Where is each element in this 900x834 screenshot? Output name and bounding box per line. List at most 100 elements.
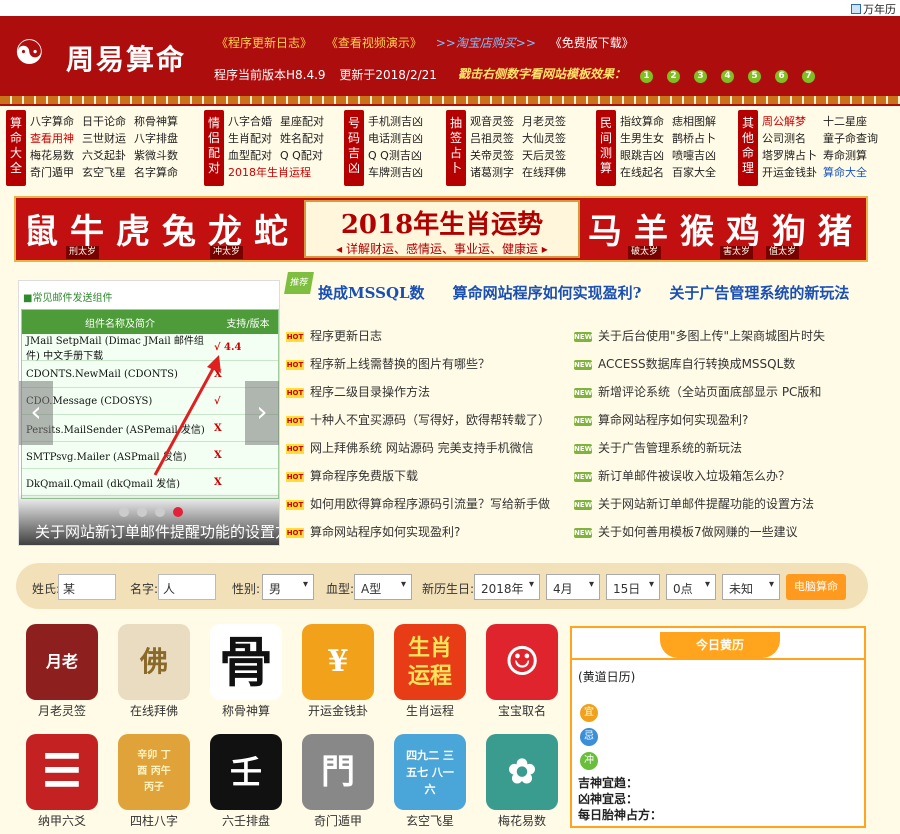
- app-meihua[interactable]: ✿ 梅花易数: [480, 734, 564, 834]
- nav-link[interactable]: 指纹算命: [620, 114, 664, 130]
- app-xuankong[interactable]: 四九二 三五七 八一六 玄空飞星: [388, 734, 472, 834]
- headline-link[interactable]: 关于广告管理系统的新玩法: [669, 284, 849, 302]
- news-title[interactable]: 如何用欧得算命程序源码引流量？写给新手做: [310, 497, 550, 511]
- nav-link[interactable]: 奇门遁甲: [30, 165, 74, 181]
- nav-link[interactable]: 百家大全: [672, 165, 716, 181]
- headline-link[interactable]: 换成MSSQL数: [318, 284, 425, 302]
- nav-link[interactable]: Q Q配对: [280, 148, 324, 164]
- nav-link[interactable]: 眼跳吉凶: [620, 148, 664, 164]
- app-jinqian[interactable]: ¥ 开运金钱卦: [296, 624, 380, 724]
- news-title[interactable]: 关于网站新订单邮件提醒功能的设置方法: [598, 497, 814, 511]
- news-item[interactable]: HOT 程序更新日志: [286, 326, 576, 354]
- nav-link[interactable]: 生男生女: [620, 131, 664, 147]
- news-title[interactable]: 程序更新日志: [310, 329, 382, 343]
- gender-select[interactable]: 男: [262, 574, 314, 600]
- nav-link[interactable]: 梅花易数: [30, 148, 74, 164]
- news-item[interactable]: HOT 网上拜佛系统 网站源码 完美支持手机微信: [286, 438, 576, 466]
- hour-select[interactable]: 0点: [666, 574, 716, 600]
- news-item[interactable]: HOT 如何用欧得算命程序源码引流量？写给新手做: [286, 494, 576, 522]
- template-1[interactable]: 1: [640, 70, 654, 83]
- news-item[interactable]: HOT 算命网站程序如何实现盈利?: [286, 522, 576, 550]
- nav-link[interactable]: 紫微斗数: [134, 148, 178, 164]
- name-input[interactable]: 人: [158, 574, 216, 600]
- nav-link[interactable]: 在线拜佛: [522, 165, 566, 181]
- news-title[interactable]: ACCESS数据库自行转换成MSSQL数: [598, 357, 795, 371]
- headline-link[interactable]: 算命网站程序如何实现盈利?: [453, 284, 642, 302]
- news-item[interactable]: NEW 关于网站新订单邮件提醒功能的设置方法: [574, 494, 864, 522]
- nav-link[interactable]: 2018年生肖运程: [228, 165, 324, 181]
- nav-link[interactable]: 喷嚏吉凶: [672, 148, 716, 164]
- app-yuelao[interactable]: 月老 月老灵签: [20, 624, 104, 724]
- news-item[interactable]: HOT 程序二级目录操作方法: [286, 382, 576, 410]
- nav-link[interactable]: 天后灵签: [522, 148, 566, 164]
- news-title[interactable]: 算命网站程序如何实现盈利?: [598, 413, 748, 427]
- link-taobao[interactable]: >>淘宝店购买>>: [436, 36, 536, 50]
- slider-prev-button[interactable]: ‹: [19, 381, 53, 445]
- news-item[interactable]: NEW 关于后台使用"多图上传"上架商城图片时失: [574, 326, 864, 354]
- year-select[interactable]: 2018年: [474, 574, 540, 600]
- slider-dot-active[interactable]: [173, 507, 183, 517]
- app-najia[interactable]: ☰ 纳甲六爻: [20, 734, 104, 834]
- app-baifo[interactable]: 佛在线拜佛: [112, 624, 196, 724]
- nav-link[interactable]: 玄空飞星: [82, 165, 126, 181]
- news-title[interactable]: 算命程序免费版下载: [310, 469, 418, 483]
- nav-link[interactable]: 关帝灵签: [470, 148, 514, 164]
- nav-link[interactable]: 三世财运: [82, 131, 126, 147]
- template-5[interactable]: 5: [748, 70, 762, 83]
- zodiac-banner[interactable]: 鼠 牛 虎 兔 龙 蛇 刑太岁 冲太岁 2018年生肖运势 ◂ 详解财运、感情运…: [14, 196, 868, 262]
- template-6[interactable]: 6: [775, 70, 789, 83]
- nav-link[interactable]: 月老灵签: [522, 114, 566, 130]
- surname-input[interactable]: 某: [58, 574, 116, 600]
- nav-link[interactable]: 手机测吉凶: [368, 114, 423, 130]
- news-item[interactable]: NEW 关于如何善用模板7做网赚的一些建议: [574, 522, 864, 550]
- app-sizhu[interactable]: 辛卯 丁酉 丙午 丙子 四柱八字: [112, 734, 196, 834]
- nav-link[interactable]: 塔罗牌占卜: [762, 148, 817, 164]
- news-item[interactable]: NEW 新增评论系统（全站页面底部显示 PC版和: [574, 382, 864, 410]
- news-title[interactable]: 算命网站程序如何实现盈利?: [310, 525, 460, 539]
- minute-select[interactable]: 未知: [722, 574, 780, 600]
- app-shengxiao[interactable]: 生肖运程 生肖运程: [388, 624, 472, 724]
- nav-link[interactable]: 八字算命: [30, 114, 74, 130]
- slider-dot[interactable]: [119, 507, 129, 517]
- day-select[interactable]: 15日: [606, 574, 660, 600]
- app-chenggu[interactable]: 骨称骨神算: [204, 624, 288, 724]
- nav-link[interactable]: 八字排盘: [134, 131, 178, 147]
- yin-yang-logo-icon[interactable]: ☯: [14, 32, 46, 74]
- site-logo-text[interactable]: 周易算命: [66, 38, 186, 78]
- nav-link[interactable]: Q Q测吉凶: [368, 148, 423, 164]
- zodiac-snake[interactable]: 蛇: [254, 204, 288, 253]
- news-item[interactable]: NEW ACCESS数据库自行转换成MSSQL数: [574, 354, 864, 382]
- slider-dot[interactable]: [155, 507, 165, 517]
- nav-link[interactable]: 开运金钱卦: [762, 165, 817, 181]
- news-title[interactable]: 新增评论系统（全站页面底部显示 PC版和: [598, 385, 821, 399]
- nav-link[interactable]: 大仙灵签: [522, 131, 566, 147]
- news-item[interactable]: NEW 关于广告管理系统的新玩法: [574, 438, 864, 466]
- nav-link[interactable]: 生肖配对: [228, 131, 272, 147]
- image-slider[interactable]: ■常见邮件发送组件 组件名称及简介 支持/版本 JMail SetpMail (D…: [18, 280, 280, 546]
- nav-link[interactable]: 在线起名: [620, 165, 664, 181]
- month-select[interactable]: 4月: [546, 574, 600, 600]
- zodiac-tiger[interactable]: 虎: [116, 204, 150, 253]
- template-7[interactable]: 7: [802, 70, 816, 83]
- news-title[interactable]: 程序新上线需替换的图片有哪些？: [310, 357, 490, 371]
- nav-link[interactable]: 十二星座: [823, 114, 878, 130]
- news-item[interactable]: HOT 算命程序免费版下载: [286, 466, 576, 494]
- news-item[interactable]: NEW 新订单邮件被误收入垃圾箱怎么办？: [574, 466, 864, 494]
- news-title[interactable]: 程序二级目录操作方法: [310, 385, 430, 399]
- nav-link[interactable]: 周公解梦: [762, 114, 817, 130]
- nav-link[interactable]: 名字算命: [134, 165, 178, 181]
- zodiac-horse[interactable]: 马: [588, 204, 622, 253]
- nav-link[interactable]: 电话测吉凶: [368, 131, 423, 147]
- news-title[interactable]: 关于广告管理系统的新玩法: [598, 441, 742, 455]
- nav-link[interactable]: 观音灵签: [470, 114, 514, 130]
- nav-link[interactable]: 车牌测吉凶: [368, 165, 423, 181]
- nav-link[interactable]: 算命大全: [823, 165, 878, 181]
- link-update-log[interactable]: 《程序更新日志》: [216, 36, 312, 50]
- news-title[interactable]: 关于如何善用模板7做网赚的一些建议: [598, 525, 798, 539]
- nav-link[interactable]: 诸葛测字: [470, 165, 514, 181]
- nav-link[interactable]: 日干论命: [82, 114, 126, 130]
- nav-link[interactable]: 吕祖灵签: [470, 131, 514, 147]
- slider-dot[interactable]: [137, 507, 147, 517]
- nav-link[interactable]: 查看用神: [30, 131, 74, 147]
- blood-select[interactable]: A型: [354, 574, 412, 600]
